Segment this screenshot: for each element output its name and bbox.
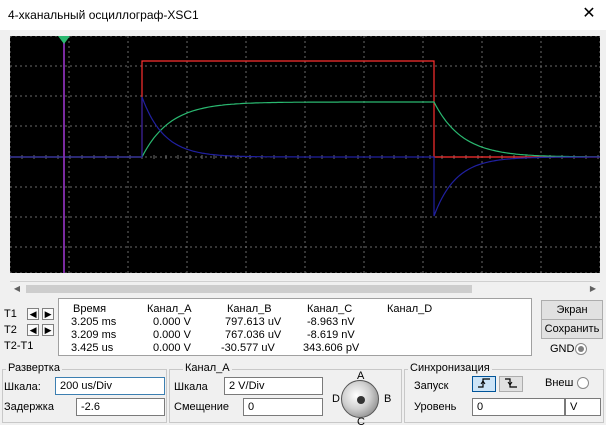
grid <box>10 36 600 273</box>
selector-label-d: D <box>332 393 340 405</box>
scroll-right-icon[interactable]: ▶ <box>586 282 600 296</box>
diff-time: 3.425 us <box>71 342 114 354</box>
cursor-t1-label: T1 <box>4 308 17 320</box>
t1-left-button[interactable]: ◀ <box>27 308 40 321</box>
timebase-scale-label: Шкала: <box>4 381 41 393</box>
selector-label-b: B <box>384 393 392 405</box>
t2-ch-b: 767.036 uV <box>225 329 282 341</box>
trigger-level-field[interactable]: 0 <box>472 398 565 416</box>
knob-center <box>357 396 365 404</box>
channel-scale-field[interactable]: 2 V/Div <box>224 377 323 395</box>
t2-time: 3.209 ms <box>71 329 117 341</box>
channel-title: Канал_A <box>183 362 232 374</box>
cursor-diff-label: T2-T1 <box>4 340 34 352</box>
header-ch-a: Канал_A <box>147 303 192 315</box>
cursor-t1-handle <box>58 36 70 44</box>
diff-ch-b: -30.577 uV <box>221 342 275 354</box>
scroll-left-icon[interactable]: ◀ <box>10 282 24 296</box>
channel-scale-label: Шкала <box>174 381 208 393</box>
trace-channel-b <box>10 101 600 158</box>
timebase-delay-label: Задержка <box>4 401 54 413</box>
t2-right-button[interactable]: ▶ <box>42 324 55 337</box>
trigger-ext-radio[interactable] <box>577 377 589 389</box>
header-ch-c: Канал_C <box>307 303 353 315</box>
timebase-scale-field[interactable]: 200 us/Div <box>55 377 165 395</box>
trigger-ext-label: Внеш <box>545 377 574 389</box>
cursor-row-t1: T1 ◀ ▶ <box>4 308 55 324</box>
channel-offset-label: Смещение <box>174 401 230 413</box>
t1-ch-b: 797.613 uV <box>225 316 282 328</box>
t2-ch-a: 0.000 V <box>153 329 191 341</box>
t1-right-button[interactable]: ▶ <box>42 308 55 321</box>
close-icon[interactable]: ✕ <box>580 5 598 23</box>
header-time: Время <box>73 303 107 315</box>
falling-edge-icon <box>505 378 517 388</box>
title-bar: 4-хканальный осциллограф-XSC1 ✕ <box>0 0 606 30</box>
waveform-display <box>10 36 600 273</box>
cursor-row-diff: T2-T1 <box>4 340 33 356</box>
diff-ch-c: 343.606 pV <box>303 342 360 354</box>
diff-ch-a: 0.000 V <box>153 342 191 354</box>
measurement-readout: Время Канал_A Канал_B Канал_C Канал_D 3.… <box>58 298 532 356</box>
t1-ch-a: 0.000 V <box>153 316 191 328</box>
trigger-start-label: Запуск <box>414 380 449 392</box>
timebase-title: Развертка <box>6 362 62 374</box>
gnd-label: GND <box>550 343 575 355</box>
window-title: 4-хканальный осциллограф-XSC1 <box>8 8 199 22</box>
channel-offset-field[interactable]: 0 <box>243 398 323 416</box>
t1-ch-c: -8.963 nV <box>307 316 355 328</box>
oscilloscope-screen[interactable] <box>10 36 600 273</box>
cursor-t2-label: T2 <box>4 324 17 336</box>
header-ch-d: Канал_D <box>387 303 433 315</box>
trigger-title: Синхронизация <box>408 362 492 374</box>
rising-edge-button[interactable] <box>472 376 496 392</box>
t2-left-button[interactable]: ◀ <box>27 324 40 337</box>
save-button[interactable]: Сохранить <box>541 319 603 339</box>
trigger-level-unit[interactable]: V <box>565 398 601 416</box>
timebase-delay-field[interactable]: -2.6 <box>76 398 165 416</box>
channel-selector-knob[interactable] <box>341 380 379 418</box>
t2-ch-c: -8.619 nV <box>307 329 355 341</box>
cursor-row-t2: T2 ◀ ▶ <box>4 324 55 340</box>
falling-edge-button[interactable] <box>499 376 523 392</box>
scroll-thumb[interactable] <box>26 285 472 293</box>
header-ch-b: Канал_B <box>227 303 272 315</box>
cursor-controls: T1 ◀ ▶ T2 ◀ ▶ T2-T1 <box>0 298 58 358</box>
t1-time: 3.205 ms <box>71 316 117 328</box>
reverse-screen-button[interactable]: Экран <box>541 300 603 320</box>
gnd-radio[interactable] <box>575 343 587 355</box>
rising-edge-icon <box>478 378 490 388</box>
trigger-level-label: Уровень <box>414 401 457 413</box>
horizontal-scrollbar[interactable]: ◀ ▶ <box>10 281 600 295</box>
